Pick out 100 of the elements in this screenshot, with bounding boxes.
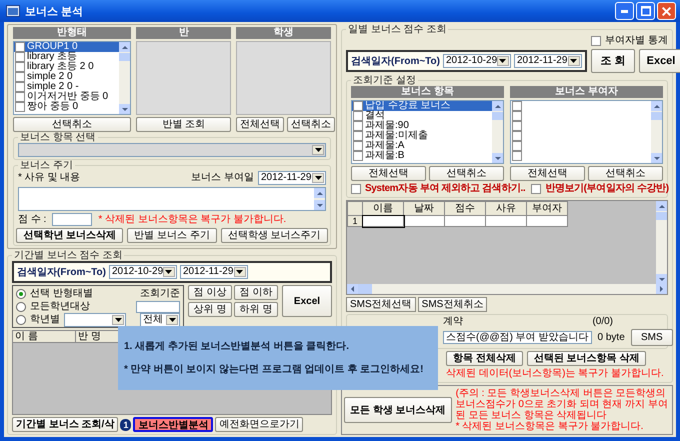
tooltip-text: * 만약 버튼이 보이지 않는다면 프로그램 업데이트 후 로그인하세요! xyxy=(124,363,424,376)
checkbox[interactable] xyxy=(15,62,25,72)
list-item[interactable]: simple 2 0 xyxy=(14,72,120,82)
checkbox[interactable] xyxy=(353,111,363,121)
minimize-button[interactable] xyxy=(615,2,634,20)
caret-icon xyxy=(165,270,172,274)
checkbox[interactable] xyxy=(531,184,542,194)
checkbox[interactable] xyxy=(353,151,363,161)
criteria-input[interactable] xyxy=(136,300,180,312)
checkbox[interactable] xyxy=(15,92,25,102)
list-header: 반 xyxy=(136,27,232,39)
group-title: 일별 보너스 점수 조회 xyxy=(347,24,448,35)
list-button[interactable]: 선택취소 xyxy=(13,117,132,132)
to-date-picker[interactable]: 2012-11-29 xyxy=(180,265,248,279)
checkbox-label: 반명보기(부여일자의 수강반) xyxy=(545,183,669,195)
action-button[interactable]: 예전화면으로가기 xyxy=(215,417,304,432)
checkbox[interactable] xyxy=(353,131,363,141)
search-label: 검색일자(From~To) xyxy=(351,55,440,68)
checkbox[interactable] xyxy=(15,82,25,92)
excel-button[interactable]: Excel xyxy=(638,49,680,73)
list-item[interactable]: 짱아 중등 0 xyxy=(14,102,120,112)
checkbox[interactable] xyxy=(15,102,25,112)
checkbox[interactable] xyxy=(353,121,363,131)
score-filter-button[interactable]: 점 이상 xyxy=(188,285,232,300)
checkbox[interactable] xyxy=(353,101,363,111)
score-input[interactable] xyxy=(52,213,92,226)
checkbox[interactable] xyxy=(512,111,522,121)
list-button[interactable]: 전체선택 xyxy=(351,166,426,181)
close-icon xyxy=(662,6,671,16)
scrollbar[interactable] xyxy=(492,101,503,163)
list-button[interactable]: 선택취소 xyxy=(429,166,504,181)
message-count: (0/0) xyxy=(592,316,613,328)
message-input[interactable]: 스점수(@@점) 부여 받았습니다 xyxy=(443,331,592,344)
action-button[interactable]: 선택학년 보너스삭제 xyxy=(16,228,124,243)
from-date-picker[interactable]: 2012-10-29 xyxy=(442,54,511,68)
list-button[interactable]: 선택취소 xyxy=(588,166,663,181)
score-filter-button[interactable]: 상위 명 xyxy=(188,302,232,317)
checkbox-label: 부여자별 통계 xyxy=(605,35,668,47)
to-date-picker[interactable]: 2012-11-29 xyxy=(514,54,582,68)
sms-button[interactable]: SMS전체취소 xyxy=(418,297,488,312)
checkbox[interactable] xyxy=(15,42,25,52)
maximize-button[interactable] xyxy=(636,2,655,20)
list-button[interactable]: 전체선택 xyxy=(510,166,585,181)
list-item[interactable]: GROUP1 0 xyxy=(14,42,120,52)
list-item[interactable]: 결석 xyxy=(352,111,492,121)
scrollbar[interactable] xyxy=(119,42,130,114)
group-title: 보너스 주기 xyxy=(19,160,74,171)
caret-icon xyxy=(236,270,244,274)
checkbox[interactable] xyxy=(15,52,25,62)
scope-dropdown[interactable]: 전체 xyxy=(140,312,180,326)
list-box[interactable] xyxy=(510,100,663,164)
sms-button[interactable]: SMS전체선택 xyxy=(346,297,416,312)
list-box[interactable]: GROUP1 0 library 초등 library 초등 2 0 simple 2 0 simple 2 0 - 이거저거반 중등 0 짱아 중등 0 xyxy=(13,41,132,115)
checkbox[interactable] xyxy=(512,101,522,111)
scrollbar[interactable] xyxy=(651,101,662,163)
radio-button[interactable] xyxy=(16,288,26,298)
list-item[interactable]: 이거저거반 중등 0 xyxy=(14,92,120,102)
list-item[interactable]: library 초등 xyxy=(14,52,120,62)
radio-button[interactable] xyxy=(16,302,26,312)
delete-button[interactable]: 선택된 보너스항목 삭제 xyxy=(526,351,646,366)
sms-send-button[interactable]: SMS xyxy=(630,329,673,346)
date-picker[interactable]: 2012-11-29 xyxy=(258,171,326,185)
reason-text-area[interactable] xyxy=(18,187,326,211)
action-button[interactable]: 기간별 보너스 조회/삭 xyxy=(12,417,118,432)
table-cell[interactable] xyxy=(362,216,404,226)
action-button[interactable]: 반별 보너스 주기 xyxy=(127,228,217,243)
scrollbar[interactable] xyxy=(656,201,667,284)
action-button[interactable]: 선택학생 보너스주기 xyxy=(220,228,328,243)
caret-icon xyxy=(168,318,176,322)
list-item[interactable]: 과제물:90 xyxy=(352,121,492,131)
list-item[interactable]: simple 2 0 - xyxy=(14,82,120,92)
close-button[interactable] xyxy=(657,2,676,20)
excel-button[interactable]: Excel xyxy=(282,285,332,317)
list-item[interactable]: library 초등 2 0 xyxy=(14,62,120,72)
checkbox[interactable] xyxy=(591,36,602,46)
checkbox[interactable] xyxy=(353,141,363,151)
list-header: 보너스 항목 xyxy=(351,86,504,98)
checkbox[interactable] xyxy=(512,121,522,131)
minimize-icon xyxy=(621,10,628,12)
caret-icon xyxy=(570,59,578,63)
delete-button[interactable]: 항목 전체삭제 xyxy=(446,351,523,366)
reset-all-button[interactable]: 모든 학생 보너스삭제 xyxy=(344,397,452,423)
checkbox[interactable] xyxy=(351,184,361,194)
grade-dropdown[interactable] xyxy=(64,312,126,326)
list-item[interactable]: 과제물:미제출 xyxy=(352,131,492,141)
list-item[interactable]: 과제물:A xyxy=(352,141,492,151)
checkbox[interactable] xyxy=(512,141,522,151)
query-button[interactable]: 조 회 xyxy=(590,49,635,73)
criteria-label: 조회기준 xyxy=(140,288,180,300)
checkbox[interactable] xyxy=(512,151,522,161)
step-badge: 1 xyxy=(120,418,132,430)
checkbox[interactable] xyxy=(512,131,522,141)
checkbox[interactable] xyxy=(15,72,25,82)
list-item[interactable]: 과제물:B xyxy=(352,151,492,161)
radio-button[interactable] xyxy=(16,314,26,324)
horizontal-scrollbar[interactable] xyxy=(347,284,667,294)
score-filter-button[interactable]: 점 이하 xyxy=(234,285,278,300)
from-date-picker[interactable]: 2012-10-29 xyxy=(108,265,177,279)
action-button[interactable]: 보너스반별분석 xyxy=(133,417,214,432)
score-filter-button[interactable]: 하위 명 xyxy=(234,302,278,317)
